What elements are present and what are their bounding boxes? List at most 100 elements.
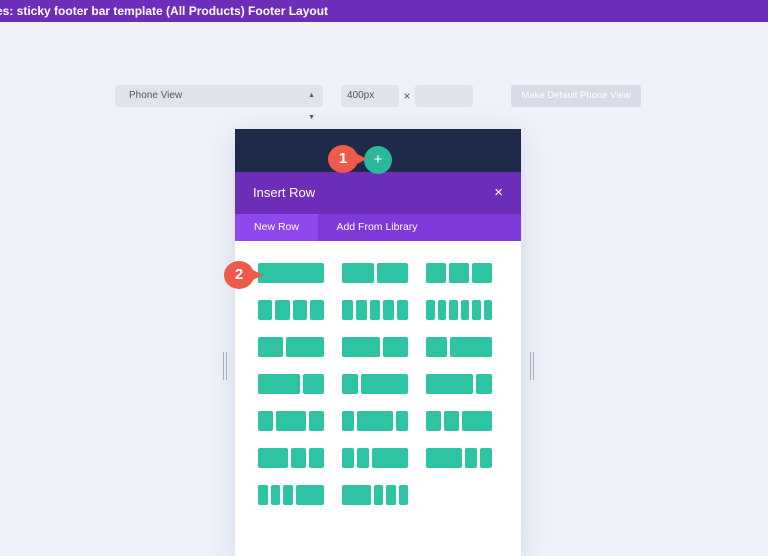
layout-column-block: [426, 300, 435, 320]
layout-column-block: [426, 411, 441, 431]
layout-column-block: [355, 300, 367, 320]
layout-column-block: [258, 300, 273, 320]
row-layout-option[interactable]: [258, 263, 324, 283]
layout-column-block: [376, 263, 408, 283]
layout-column-block: [309, 411, 324, 431]
layout-column-block: [286, 337, 324, 357]
layout-column-block: [483, 300, 492, 320]
modal-title: Insert Row: [253, 185, 316, 200]
add-row-plus-icon[interactable]: +: [364, 146, 392, 174]
layout-column-block: [382, 337, 408, 357]
layout-column-block: [476, 374, 492, 394]
layout-column-block: [480, 448, 492, 468]
layout-column-block: [342, 263, 374, 283]
row-layout-option[interactable]: [426, 448, 492, 468]
layout-column-block: [276, 411, 306, 431]
row-layout-option[interactable]: [258, 411, 324, 431]
layout-column-block: [291, 448, 306, 468]
callout-badge-1: 1: [328, 145, 367, 173]
view-mode-select[interactable]: Phone View ▲ ▼: [115, 85, 323, 121]
layout-column-block: [426, 374, 474, 394]
row-layout-option[interactable]: [342, 411, 408, 431]
top-title-bar: es: sticky footer bar template (All Prod…: [0, 0, 768, 22]
row-layout-option[interactable]: [342, 337, 408, 357]
height-input[interactable]: [415, 85, 473, 107]
row-layout-option[interactable]: [258, 485, 324, 505]
tab-new-row[interactable]: New Row: [235, 214, 318, 241]
layout-column-block: [437, 300, 446, 320]
callout-badge-2: 2: [224, 261, 263, 289]
layout-column-block: [258, 374, 300, 394]
layout-column-block: [460, 300, 469, 320]
layout-column-block: [472, 263, 492, 283]
layout-column-block: [449, 300, 458, 320]
layout-column-block: [373, 485, 383, 505]
row-layout-option[interactable]: [342, 448, 408, 468]
layout-column-block: [360, 374, 408, 394]
layout-column-block: [426, 337, 447, 357]
row-layout-option[interactable]: [426, 263, 492, 283]
select-arrows-icon: ▲ ▼: [308, 92, 315, 121]
row-layout-option[interactable]: [258, 337, 324, 357]
layout-column-block: [472, 300, 481, 320]
layout-column-block: [383, 300, 395, 320]
left-resize-handle[interactable]: [223, 352, 227, 380]
row-layout-option[interactable]: [258, 374, 324, 394]
layout-column-block: [295, 485, 324, 505]
layout-column-block: [309, 300, 324, 320]
layout-column-block: [357, 411, 393, 431]
layout-column-block: [342, 300, 353, 320]
layout-column-block: [372, 448, 408, 468]
row-layout-grid: [235, 241, 521, 527]
make-default-phone-view-button[interactable]: Make Default Phone View: [511, 85, 641, 107]
layout-column-block: [342, 411, 354, 431]
layout-column-block: [462, 411, 492, 431]
close-icon[interactable]: ×: [494, 172, 503, 214]
layout-column-block: [342, 485, 371, 505]
row-layout-option[interactable]: [426, 411, 492, 431]
right-resize-handle[interactable]: [530, 352, 534, 380]
layout-column-block: [258, 485, 268, 505]
row-layout-option[interactable]: [426, 337, 492, 357]
row-layout-option[interactable]: [426, 374, 492, 394]
layout-column-block: [342, 448, 354, 468]
layout-column-block: [444, 411, 459, 431]
layout-column-block: [426, 263, 446, 283]
builder-title: es: sticky footer bar template (All Prod…: [0, 4, 329, 18]
layout-column-block: [292, 300, 307, 320]
layout-column-block: [258, 337, 284, 357]
insert-row-modal-header: Insert Row ×: [235, 172, 521, 214]
row-layout-option[interactable]: [258, 300, 324, 320]
dimension-times-icon: ×: [403, 89, 411, 103]
row-layout-option[interactable]: [342, 485, 408, 505]
layout-column-block: [258, 263, 324, 283]
layout-column-block: [309, 448, 324, 468]
row-layout-option[interactable]: [258, 448, 324, 468]
layout-column-block: [342, 374, 358, 394]
layout-column-block: [342, 337, 380, 357]
row-layout-option[interactable]: [426, 300, 492, 320]
layout-column-block: [270, 485, 280, 505]
layout-column-block: [398, 485, 408, 505]
layout-column-block: [283, 485, 293, 505]
row-layout-option[interactable]: [342, 300, 408, 320]
layout-column-block: [357, 448, 369, 468]
layout-column-block: [275, 300, 290, 320]
row-layout-option[interactable]: [342, 374, 408, 394]
layout-column-block: [397, 300, 408, 320]
layout-column-block: [426, 448, 462, 468]
layout-column-block: [449, 263, 469, 283]
phone-preview-canvas: Insert Row × New Row Add From Library: [235, 129, 521, 556]
layout-column-block: [396, 411, 408, 431]
layout-column-block: [450, 337, 492, 357]
layout-column-block: [258, 411, 273, 431]
row-layout-option[interactable]: [342, 263, 408, 283]
layout-column-block: [465, 448, 477, 468]
layout-column-block: [258, 448, 288, 468]
width-input[interactable]: 400px: [341, 85, 399, 107]
layout-column-block: [369, 300, 381, 320]
layout-column-block: [303, 374, 324, 394]
view-mode-value: Phone View: [129, 90, 183, 101]
tab-add-from-library[interactable]: Add From Library: [318, 214, 436, 241]
modal-tabs: New Row Add From Library: [235, 214, 521, 241]
